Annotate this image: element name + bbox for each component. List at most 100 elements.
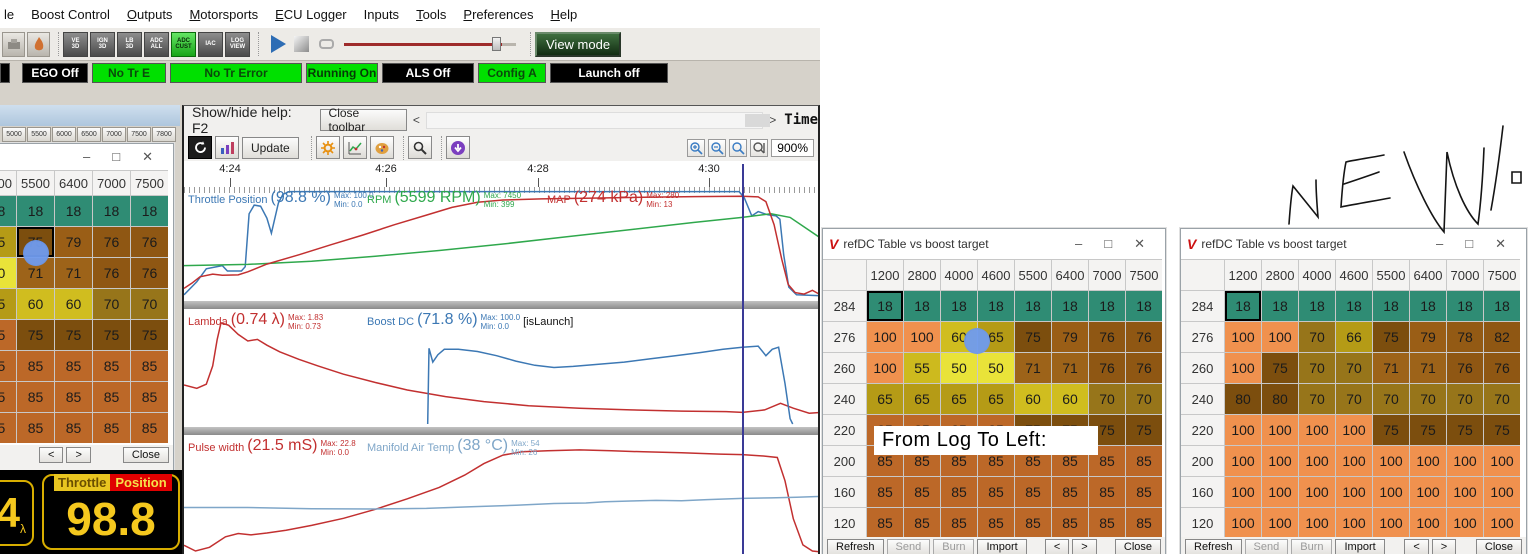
table-cell[interactable]: 100 xyxy=(1225,322,1261,352)
window-titlebar[interactable]: V refDC Table vs boost target – □ ✕ xyxy=(823,229,1165,259)
table-cell[interactable]: 65 xyxy=(867,384,903,414)
table-shortcut-button[interactable]: IAC xyxy=(198,32,223,57)
table-cell[interactable]: 60 xyxy=(1052,384,1088,414)
table-cell[interactable]: 65 xyxy=(978,384,1014,414)
table-cell[interactable]: 85 xyxy=(17,351,54,381)
row-header[interactable]: 220 xyxy=(823,415,866,445)
horizontal-scrollbar[interactable] xyxy=(426,112,763,129)
table-cell[interactable]: 75 xyxy=(1015,322,1051,352)
table-cell[interactable]: 18 xyxy=(1052,291,1088,321)
window-titlebar[interactable]: V refDC Table vs boost target – □ ✕ xyxy=(1181,229,1526,259)
table-cell[interactable]: 100 xyxy=(1225,353,1261,383)
nav-button[interactable]: > xyxy=(66,447,90,463)
minimize-icon[interactable]: – xyxy=(83,149,90,165)
chart-separator[interactable] xyxy=(184,301,820,309)
column-header[interactable]: 4600 xyxy=(978,260,1014,290)
table-cell[interactable]: 80 xyxy=(1262,384,1298,414)
table-cell[interactable]: 85 xyxy=(1052,508,1088,538)
table-cell[interactable]: 75 xyxy=(17,320,54,350)
table-cell[interactable]: 70 xyxy=(1126,384,1162,414)
table-cell[interactable]: 65 xyxy=(941,384,977,414)
close-button[interactable]: Close xyxy=(1115,539,1161,554)
table-cell[interactable]: 55 xyxy=(904,353,940,383)
table-cell[interactable]: 76 xyxy=(1484,353,1520,383)
row-header[interactable]: 276 xyxy=(1181,322,1224,352)
table-cell[interactable]: 100 xyxy=(1447,477,1483,507)
table-cell[interactable]: 100 xyxy=(1484,508,1520,538)
row-header[interactable]: 240 xyxy=(1181,384,1224,414)
table-cell[interactable]: 85 xyxy=(1052,477,1088,507)
column-header[interactable]: 5500 xyxy=(1015,260,1051,290)
close-button[interactable]: Close xyxy=(123,447,169,463)
table-cell[interactable]: 76 xyxy=(1089,322,1125,352)
colors-button[interactable] xyxy=(370,136,394,159)
table-cell[interactable]: 85 xyxy=(93,351,130,381)
table-cell[interactable]: 71 xyxy=(1015,353,1051,383)
table-cell[interactable]: 85 xyxy=(978,508,1014,538)
table-cell[interactable]: 71 xyxy=(1373,353,1409,383)
table-cell[interactable]: 100 xyxy=(1373,508,1409,538)
table-cell[interactable]: 100 xyxy=(1299,446,1335,476)
column-header[interactable]: 7500 xyxy=(131,171,168,195)
table-cell[interactable]: 18 xyxy=(1015,291,1051,321)
zoom-reset-button[interactable] xyxy=(729,139,747,157)
column-header[interactable]: 6400 xyxy=(1410,260,1446,290)
table-cell[interactable]: 76 xyxy=(131,227,168,257)
column-header[interactable]: 4600 xyxy=(1336,260,1372,290)
menu-item[interactable]: Help xyxy=(551,7,578,22)
nav-button[interactable]: < xyxy=(39,447,63,463)
table-cell[interactable]: 100 xyxy=(1299,508,1335,538)
row-header[interactable]: 284 xyxy=(823,291,866,321)
table-cell[interactable]: 100 xyxy=(1447,446,1483,476)
table-cell[interactable]: 18 xyxy=(1262,291,1298,321)
nav-button[interactable]: < xyxy=(1045,539,1069,554)
table-cell[interactable]: 76 xyxy=(93,227,130,257)
table-cell[interactable]: 100 xyxy=(1410,477,1446,507)
table-cell[interactable]: 85 xyxy=(0,413,16,443)
chart-separator[interactable] xyxy=(184,427,820,435)
column-header[interactable]: 5500 xyxy=(1373,260,1409,290)
table-shortcut-button[interactable]: LB3D xyxy=(117,32,142,57)
table-cell[interactable]: 18 xyxy=(17,196,54,226)
table-cell[interactable]: 100 xyxy=(1447,508,1483,538)
table-cell[interactable]: 18 xyxy=(941,291,977,321)
table-cell[interactable]: 100 xyxy=(1373,477,1409,507)
row-header[interactable]: 260 xyxy=(1181,353,1224,383)
table-cell[interactable]: 70 xyxy=(1447,384,1483,414)
table-cell[interactable]: 60 xyxy=(1015,384,1051,414)
column-header[interactable]: 7500 xyxy=(1126,260,1162,290)
table-cell[interactable]: 100 xyxy=(1373,446,1409,476)
table-cell[interactable]: 85 xyxy=(867,508,903,538)
table-cell[interactable]: 18 xyxy=(904,291,940,321)
table-cell[interactable]: 85 xyxy=(941,477,977,507)
table-cell[interactable]: 85 xyxy=(1126,477,1162,507)
nav-button[interactable]: > xyxy=(1072,539,1096,554)
refresh-button[interactable]: Refresh xyxy=(827,539,884,554)
table-cell[interactable]: 85 xyxy=(17,413,54,443)
table-cell[interactable]: 85 xyxy=(55,351,92,381)
column-header[interactable]: 4000 xyxy=(941,260,977,290)
table-cell[interactable]: 18 xyxy=(55,196,92,226)
settings-button[interactable] xyxy=(316,136,340,159)
table-cell[interactable]: 100 xyxy=(904,322,940,352)
table-cell[interactable]: 85 xyxy=(55,382,92,412)
table-cell[interactable]: 65 xyxy=(904,384,940,414)
menu-item[interactable]: Boost Control xyxy=(31,7,110,22)
maximize-icon[interactable]: □ xyxy=(1104,236,1112,252)
table-cell[interactable]: 75 xyxy=(1373,322,1409,352)
table-cell[interactable]: 75 xyxy=(1126,415,1162,445)
table-cell[interactable]: 100 xyxy=(1410,508,1446,538)
table-cell[interactable]: 18 xyxy=(1484,291,1520,321)
table-cell[interactable]: 71 xyxy=(55,258,92,288)
table-cell[interactable]: 79 xyxy=(1052,322,1088,352)
update-button[interactable]: Update xyxy=(242,137,299,159)
table-cell[interactable]: 50 xyxy=(941,353,977,383)
menu-item[interactable]: Tools xyxy=(416,7,446,22)
table-cell[interactable]: 85 xyxy=(1089,477,1125,507)
table-shortcut-button[interactable]: VE3D xyxy=(63,32,88,57)
flame-icon-button[interactable] xyxy=(27,32,50,57)
table-cell[interactable]: 85 xyxy=(978,477,1014,507)
table-cell[interactable]: 100 xyxy=(1262,477,1298,507)
table-cell[interactable]: 60 xyxy=(17,289,54,319)
table-cell[interactable]: 85 xyxy=(93,413,130,443)
